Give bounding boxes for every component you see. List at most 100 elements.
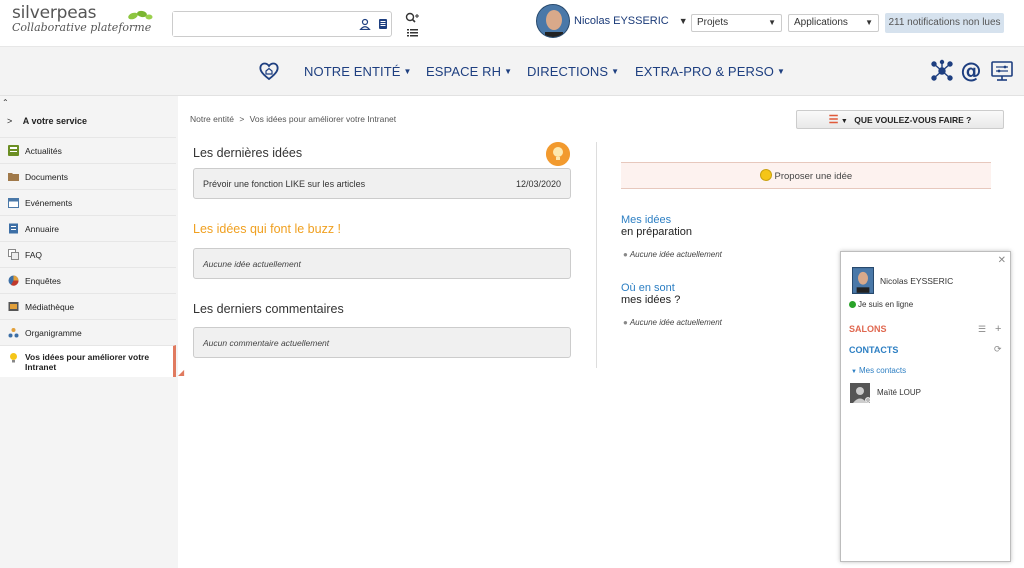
network-icon[interactable] [930, 59, 954, 83]
what-to-do-label: QUE VOULEZ-VOUS FAIRE ? [854, 115, 972, 125]
search-input[interactable] [173, 12, 343, 36]
chevron-down-icon: ▼ [678, 16, 688, 26]
breadcrumb-root[interactable]: Notre entité [190, 114, 234, 124]
contact-avatar [850, 383, 870, 403]
sidebar-item-label: Actualités [25, 145, 62, 156]
propose-idea-button[interactable]: Proposer une idée [621, 162, 991, 189]
nav-directions[interactable]: DIRECTIONS ▼ [527, 64, 619, 79]
sidebar-item-label: Enquêtes [25, 275, 61, 286]
document-search-icon[interactable] [377, 18, 389, 30]
chevron-down-icon: ▼ [403, 67, 412, 76]
latest-comments-title: Les derniers commentaires [193, 302, 344, 316]
brand-tagline: Collaborative plateforme [12, 21, 152, 34]
sidebar-item-label: Evénements [25, 197, 73, 208]
chevron-down-icon: ▼ [768, 18, 776, 27]
sidebar-item-actualites[interactable]: Actualités [0, 137, 176, 163]
nav-extra-pro-perso[interactable]: EXTRA-PRO & PERSO ▼ [635, 64, 785, 79]
status-empty-label: Aucune idée actuellement [629, 318, 722, 327]
news-icon [8, 145, 19, 156]
nav-notre-entite[interactable]: NOTRE ENTITÉ ▼ [304, 64, 412, 79]
refresh-icon[interactable]: ⟳ [994, 344, 1002, 355]
menu-icon: ☰ [828, 114, 839, 126]
survey-icon [8, 275, 19, 286]
sidebar-item-organigramme[interactable]: Organigramme [0, 319, 176, 345]
spaces-select-value: Projets [697, 17, 729, 28]
search-box [172, 11, 392, 37]
user-menu[interactable]: Nicolas EYSSERIC ▼ [536, 4, 688, 38]
chevron-right-icon: > [7, 116, 13, 126]
close-icon[interactable]: ✕ [998, 255, 1006, 266]
chevron-down-icon: ▼ [611, 67, 620, 76]
sidebar-item-label: Médiathèque [25, 301, 75, 312]
chat-contacts-header: CONTACTS [849, 345, 899, 355]
sidebar-item-enquetes[interactable]: Enquêtes [0, 267, 176, 293]
directory-icon [9, 223, 18, 234]
my-contacts-label: Mes contacts [858, 366, 907, 375]
org-chart-icon [8, 328, 19, 338]
nav-label: ESPACE RH [426, 64, 502, 79]
status-heading-line1: Où en sont [621, 282, 675, 294]
sidebar-item-label: Vos idées pour améliorer votre Intranet [25, 352, 150, 372]
chevron-down-icon: ▼ [504, 67, 513, 76]
home-heart-icon[interactable] [258, 60, 280, 82]
column-divider [596, 142, 597, 368]
latest-idea-item[interactable]: Prévoir une fonction LIKE sur les articl… [193, 168, 571, 199]
bullet-icon: ● [623, 318, 628, 327]
list-icon[interactable]: ☰ [978, 324, 986, 335]
sidebar-item-annuaire[interactable]: Annuaire [0, 215, 176, 241]
sidebar-item-faq[interactable]: FAQ [0, 241, 176, 267]
my-contacts-toggle[interactable]: ▼ Mes contacts [851, 366, 906, 375]
sidebar-item-documents[interactable]: Documents [0, 163, 176, 189]
sidebar-item-vos-idees[interactable]: Vos idées pour améliorer votre Intranet [0, 345, 176, 377]
sidebar-item-evenements[interactable]: Evénements [0, 189, 176, 215]
nav-espace-rh[interactable]: ESPACE RH ▼ [426, 64, 512, 79]
buzz-empty: Aucune idée actuellement [193, 248, 571, 279]
remote-desktop-icon[interactable] [990, 59, 1014, 83]
notifications-badge[interactable]: 211 notifications non lues [885, 13, 1004, 33]
sidebar-item-mediatheque[interactable]: Médiathèque [0, 293, 176, 319]
sidebar-header[interactable]: > A votre service [7, 116, 87, 126]
folder-icon [8, 173, 19, 181]
breadcrumb-current: Vos idées pour améliorer votre Intranet [249, 114, 397, 124]
what-to-do-button[interactable]: ☰ ▼ QUE VOULEZ-VOUS FAIRE ? [796, 110, 1004, 129]
latest-idea-title[interactable]: Prévoir une fonction LIKE sur les articl… [203, 179, 365, 189]
prep-heading-line2: en préparation [621, 226, 692, 238]
applications-select[interactable]: Applications ▼ [788, 14, 879, 32]
add-icon[interactable]: + [995, 323, 1001, 335]
latest-idea-date: 12/03/2020 [515, 179, 561, 189]
propose-idea-label: Proposer une idée [774, 171, 853, 182]
leaf-icon [128, 10, 153, 20]
online-status-icon [849, 301, 856, 308]
at-sign-icon[interactable]: @ [959, 59, 983, 83]
faq-icon [8, 249, 19, 260]
media-icon [8, 302, 19, 311]
applications-select-value: Applications [794, 17, 848, 28]
breadcrumb: Notre entité > Vos idées pour améliorer … [190, 114, 396, 124]
chat-salons-header: SALONS [849, 324, 887, 334]
status-empty: ● Aucune idée actuellement [623, 318, 722, 327]
svg-text:@: @ [961, 59, 982, 83]
idea-bulb-icon [546, 142, 570, 166]
spaces-select[interactable]: Projets ▼ [691, 14, 782, 32]
prep-heading-line1: Mes idées [621, 214, 672, 226]
user-photo-icon [537, 5, 569, 37]
main-nav: NOTRE ENTITÉ ▼ ESPACE RH ▼ DIRECTIONS ▼ EXT… [0, 46, 1024, 96]
sidebar-item-label: Annuaire [25, 223, 60, 234]
breadcrumb-separator: > [239, 114, 245, 124]
lightbulb-icon [10, 353, 17, 363]
advanced-search-icon[interactable] [404, 12, 420, 38]
status-heading[interactable]: Où en sont mes idées ? [621, 282, 680, 306]
calendar-icon [8, 198, 19, 208]
chat-status[interactable]: Je suis en ligne [849, 300, 913, 309]
sidebar-item-label: Documents [25, 171, 68, 182]
collapse-up-icon[interactable]: ⌃ [2, 98, 9, 107]
nav-label: NOTRE ENTITÉ [304, 64, 401, 79]
chat-status-label: Je suis en ligne [858, 300, 914, 309]
sidebar: ⌃ > A votre service Actualités Documents… [0, 96, 178, 568]
logo[interactable]: silverpeas Collaborative plateforme [12, 3, 153, 34]
user-search-icon[interactable] [359, 18, 371, 30]
prep-heading[interactable]: Mes idées en préparation [621, 214, 692, 238]
chevron-down-icon: ▼ [851, 369, 857, 375]
contact-name[interactable]: Maïté LOUP [877, 388, 921, 397]
sidebar-item-label: FAQ [25, 249, 43, 260]
